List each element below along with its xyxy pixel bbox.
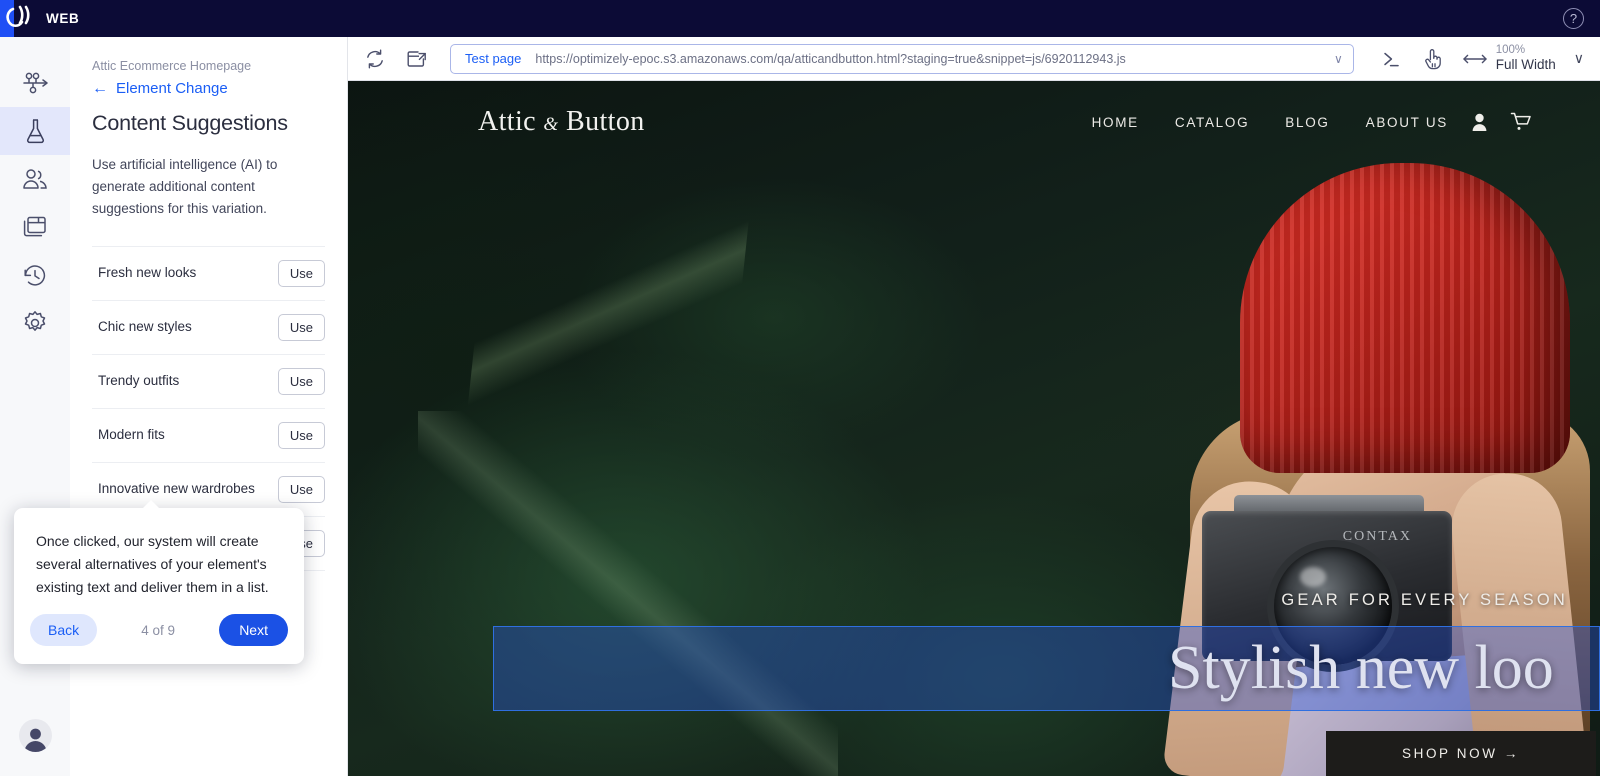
suggestion-text: Chic new styles bbox=[98, 318, 192, 334]
preview-toolbar: Test page https://optimizely-epoc.s3.ama… bbox=[348, 37, 1600, 81]
shop-now-label: SHOP NOW → bbox=[1401, 746, 1520, 761]
use-button[interactable]: Use bbox=[277, 313, 325, 341]
nav-link-catalog[interactable]: CATALOG bbox=[1175, 115, 1249, 130]
site-logo-ampersand: & bbox=[543, 114, 559, 135]
list-item[interactable]: Fresh new looks Use bbox=[92, 247, 325, 301]
site-preview-iframe[interactable]: CONTAX Attic & Button HOME CATALOG BLOG … bbox=[348, 81, 1600, 776]
audiences-people-icon bbox=[21, 167, 49, 191]
rail-item-settings[interactable] bbox=[0, 299, 70, 347]
user-account-icon[interactable] bbox=[1471, 113, 1488, 136]
suggestion-text: Fresh new looks bbox=[98, 264, 197, 280]
content-suggestions-panel: Attic Ecommerce Homepage ← Element Chang… bbox=[70, 37, 348, 776]
use-button[interactable]: Use bbox=[277, 421, 325, 449]
pages-windows-icon bbox=[22, 215, 48, 239]
shop-now-button[interactable]: SHOP NOW → bbox=[1326, 731, 1596, 776]
reload-icon[interactable] bbox=[360, 44, 390, 74]
model-red-beanie bbox=[1240, 163, 1570, 473]
back-arrow-icon: ← bbox=[92, 79, 108, 97]
site-logo[interactable]: Attic & Button bbox=[478, 106, 645, 138]
open-in-new-window-icon[interactable] bbox=[402, 44, 432, 74]
nav-link-home[interactable]: HOME bbox=[1092, 115, 1139, 130]
interactive-hand-icon[interactable] bbox=[1418, 44, 1448, 74]
page-title: Content Suggestions bbox=[92, 111, 288, 135]
back-button[interactable]: Back bbox=[30, 614, 98, 647]
use-button[interactable]: Use bbox=[277, 367, 325, 395]
shopping-cart-icon[interactable] bbox=[1510, 112, 1532, 137]
list-item[interactable]: Chic new styles Use bbox=[92, 301, 325, 355]
history-clock-icon bbox=[22, 263, 48, 288]
coachmark-footer: Back 4 of 9 Next bbox=[14, 614, 304, 664]
rail-item-pages[interactable] bbox=[0, 203, 70, 251]
rail-item-audiences[interactable] bbox=[0, 155, 70, 203]
panel-description: Use artificial intelligence (AI) to gene… bbox=[92, 157, 278, 216]
coachmark-caret-icon bbox=[142, 500, 160, 509]
user-avatar-icon[interactable] bbox=[19, 719, 52, 752]
suggestion-text: Innovative new wardrobes bbox=[98, 480, 255, 496]
url-label: Test page bbox=[465, 51, 522, 66]
site-nav-icons bbox=[1471, 112, 1532, 137]
step-counter: 4 of 9 bbox=[141, 622, 176, 638]
onboarding-coachmark: Once clicked, our system will create sev… bbox=[14, 500, 304, 665]
next-button[interactable]: Next bbox=[219, 614, 288, 647]
site-navigation: HOME CATALOG BLOG ABOUT US bbox=[1092, 115, 1448, 130]
flow-timeline-icon bbox=[22, 71, 49, 95]
zoom-and-width-control[interactable]: 100% Full Width bbox=[1496, 44, 1556, 73]
flask-experiment-icon bbox=[23, 118, 48, 145]
rail-item-history[interactable] bbox=[0, 251, 70, 299]
left-icon-rail bbox=[0, 37, 70, 776]
forest-branch-decoration-2 bbox=[418, 411, 838, 776]
zoom-percent: 100% bbox=[1495, 44, 1526, 57]
hero-headline[interactable]: Stylish new loo bbox=[1168, 633, 1554, 704]
app-name-label: WEB bbox=[46, 11, 80, 26]
width-mode-label: Full Width bbox=[1495, 57, 1556, 73]
camera-brand-text: CONTAX bbox=[1342, 529, 1412, 544]
use-button[interactable]: Use bbox=[277, 259, 325, 287]
suggestion-text: Modern fits bbox=[98, 426, 165, 442]
back-link-label: Element Change bbox=[116, 80, 228, 97]
list-item[interactable]: Trendy outfits Use bbox=[92, 355, 325, 409]
app-top-bar: WEB ? bbox=[0, 0, 1600, 37]
chevron-down-icon[interactable]: ∨ bbox=[1334, 52, 1343, 66]
site-logo-word2: Button bbox=[566, 106, 645, 137]
back-to-element-change-link[interactable]: ← Element Change bbox=[92, 80, 325, 97]
url-value[interactable]: https://optimizely-epoc.s3.amazonaws.com… bbox=[535, 52, 1334, 66]
rail-item-flows[interactable] bbox=[0, 59, 70, 107]
hero-kicker: GEAR FOR EVERY SEASON bbox=[1281, 591, 1568, 609]
nav-link-blog[interactable]: BLOG bbox=[1285, 115, 1329, 130]
toolbar-chevron-down-icon[interactable]: ∨ bbox=[1574, 50, 1584, 67]
suggestion-text: Trendy outfits bbox=[98, 372, 180, 388]
nav-link-about-us[interactable]: ABOUT US bbox=[1366, 115, 1448, 130]
rail-item-experiments[interactable] bbox=[0, 107, 70, 155]
url-input[interactable]: Test page https://optimizely-epoc.s3.ama… bbox=[450, 43, 1354, 74]
console-prompt-icon[interactable] bbox=[1376, 44, 1406, 74]
help-question-icon[interactable]: ? bbox=[1563, 8, 1584, 29]
horizontal-resize-icon[interactable] bbox=[1460, 44, 1490, 74]
use-button[interactable]: Use bbox=[277, 475, 325, 503]
settings-gear-icon bbox=[22, 310, 48, 336]
list-item[interactable]: Modern fits Use bbox=[92, 409, 325, 463]
site-logo-word1: Attic bbox=[478, 106, 536, 137]
optimizely-logo-icon[interactable] bbox=[6, 5, 36, 32]
coachmark-text: Once clicked, our system will create sev… bbox=[36, 533, 269, 595]
breadcrumb: Attic Ecommerce Homepage bbox=[92, 59, 252, 73]
